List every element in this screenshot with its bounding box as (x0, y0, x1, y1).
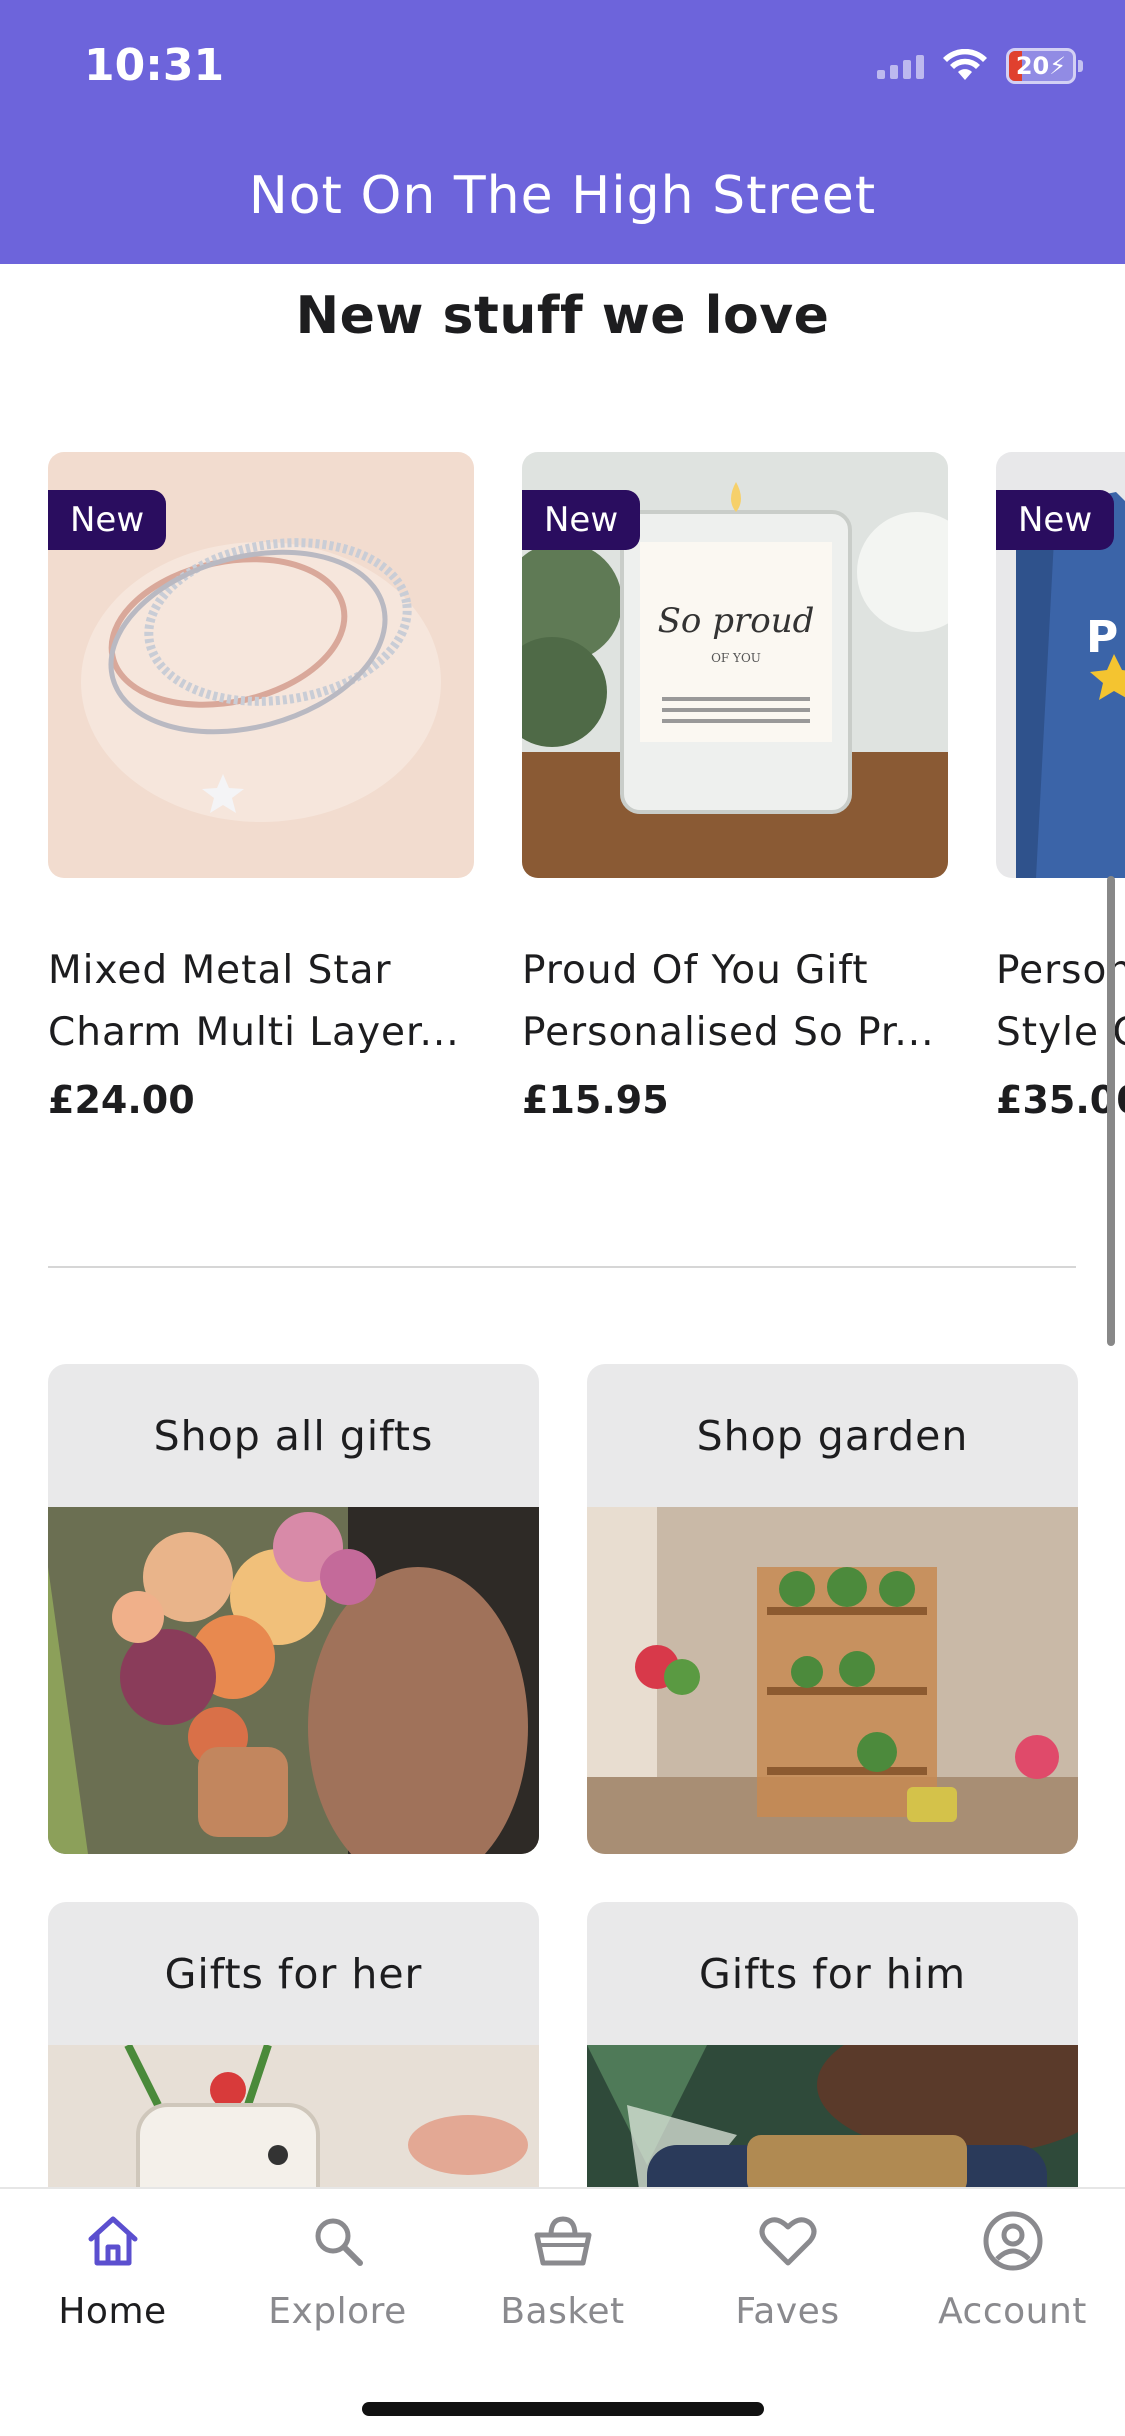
category-label: Shop all gifts (153, 1411, 434, 1460)
tab-label: Home (58, 2291, 167, 2332)
product-card[interactable]: So proud OF YOU New Proud Of You Gift Pe… (522, 452, 948, 1122)
divider (48, 1266, 1076, 1268)
product-card[interactable]: New Mixed Metal Star Charm Multi Layer..… (48, 452, 474, 1122)
section-title: New stuff we love (295, 286, 830, 346)
app-title: Not On The High Street (248, 166, 877, 226)
battery-level: 20 (1015, 52, 1050, 80)
category-label: Gifts for him (698, 1949, 967, 1998)
svg-text:So proud: So proud (658, 601, 815, 641)
tab-label: Faves (735, 2291, 840, 2332)
new-badge: New (48, 490, 167, 550)
product-card[interactable]: P New Person Style C £35.00 (996, 452, 1125, 1122)
home-icon (88, 2216, 137, 2266)
category-image (587, 1507, 1078, 1854)
home-indicator (362, 2402, 764, 2416)
tab-label: Explore (268, 2291, 407, 2332)
svg-text:OF YOU: OF YOU (711, 651, 761, 665)
product-image[interactable]: P New (996, 452, 1125, 878)
category-tile-shop-garden[interactable]: Shop garden (587, 1364, 1078, 1854)
new-badge: New (522, 490, 641, 550)
scrollbar[interactable] (1107, 876, 1115, 1346)
category-image (48, 1507, 539, 1854)
tab-explore[interactable]: Explore (225, 2209, 450, 2332)
category-label: Gifts for her (164, 1949, 423, 1998)
bottom-tab-bar: Home Explore Basket Faves Account (0, 2187, 1125, 2436)
cellular-signal-icon (877, 53, 924, 79)
product-name[interactable]: Mixed Metal Star Charm Multi Layer... (48, 940, 474, 1064)
tab-label: Basket (500, 2291, 625, 2332)
tab-account[interactable]: Account (900, 2209, 1125, 2332)
heart-icon (759, 2217, 816, 2266)
product-price: £35.00 (996, 1078, 1125, 1122)
tab-home[interactable]: Home (0, 2209, 225, 2332)
product-name[interactable]: Proud Of You Gift Personalised So Pr... (522, 940, 948, 1064)
tab-basket[interactable]: Basket (450, 2209, 675, 2332)
search-icon (315, 2218, 363, 2266)
tab-label: Account (938, 2291, 1087, 2332)
status-time: 10:31 (84, 40, 225, 91)
account-icon (983, 2211, 1042, 2271)
product-price: £24.00 (48, 1078, 195, 1122)
product-image[interactable]: New (48, 452, 474, 878)
new-badge: New (996, 490, 1115, 550)
battery-icon: 20 ⚡ (1006, 48, 1083, 84)
category-tile-shop-all-gifts[interactable]: Shop all gifts (48, 1364, 539, 1854)
basket-icon (534, 2216, 591, 2266)
app-header: 10:31 20 ⚡ Not On The High Street (0, 0, 1125, 264)
wifi-icon (943, 49, 987, 80)
category-label: Shop garden (696, 1411, 969, 1460)
status-icons: 20 ⚡ (877, 48, 1083, 84)
tab-faves[interactable]: Faves (675, 2209, 900, 2332)
product-name[interactable]: Person Style C (996, 940, 1125, 1064)
product-image[interactable]: So proud OF YOU New (522, 452, 948, 878)
new-products-carousel[interactable]: New Mixed Metal Star Charm Multi Layer..… (0, 452, 1125, 1152)
product-price: £15.95 (522, 1078, 669, 1122)
